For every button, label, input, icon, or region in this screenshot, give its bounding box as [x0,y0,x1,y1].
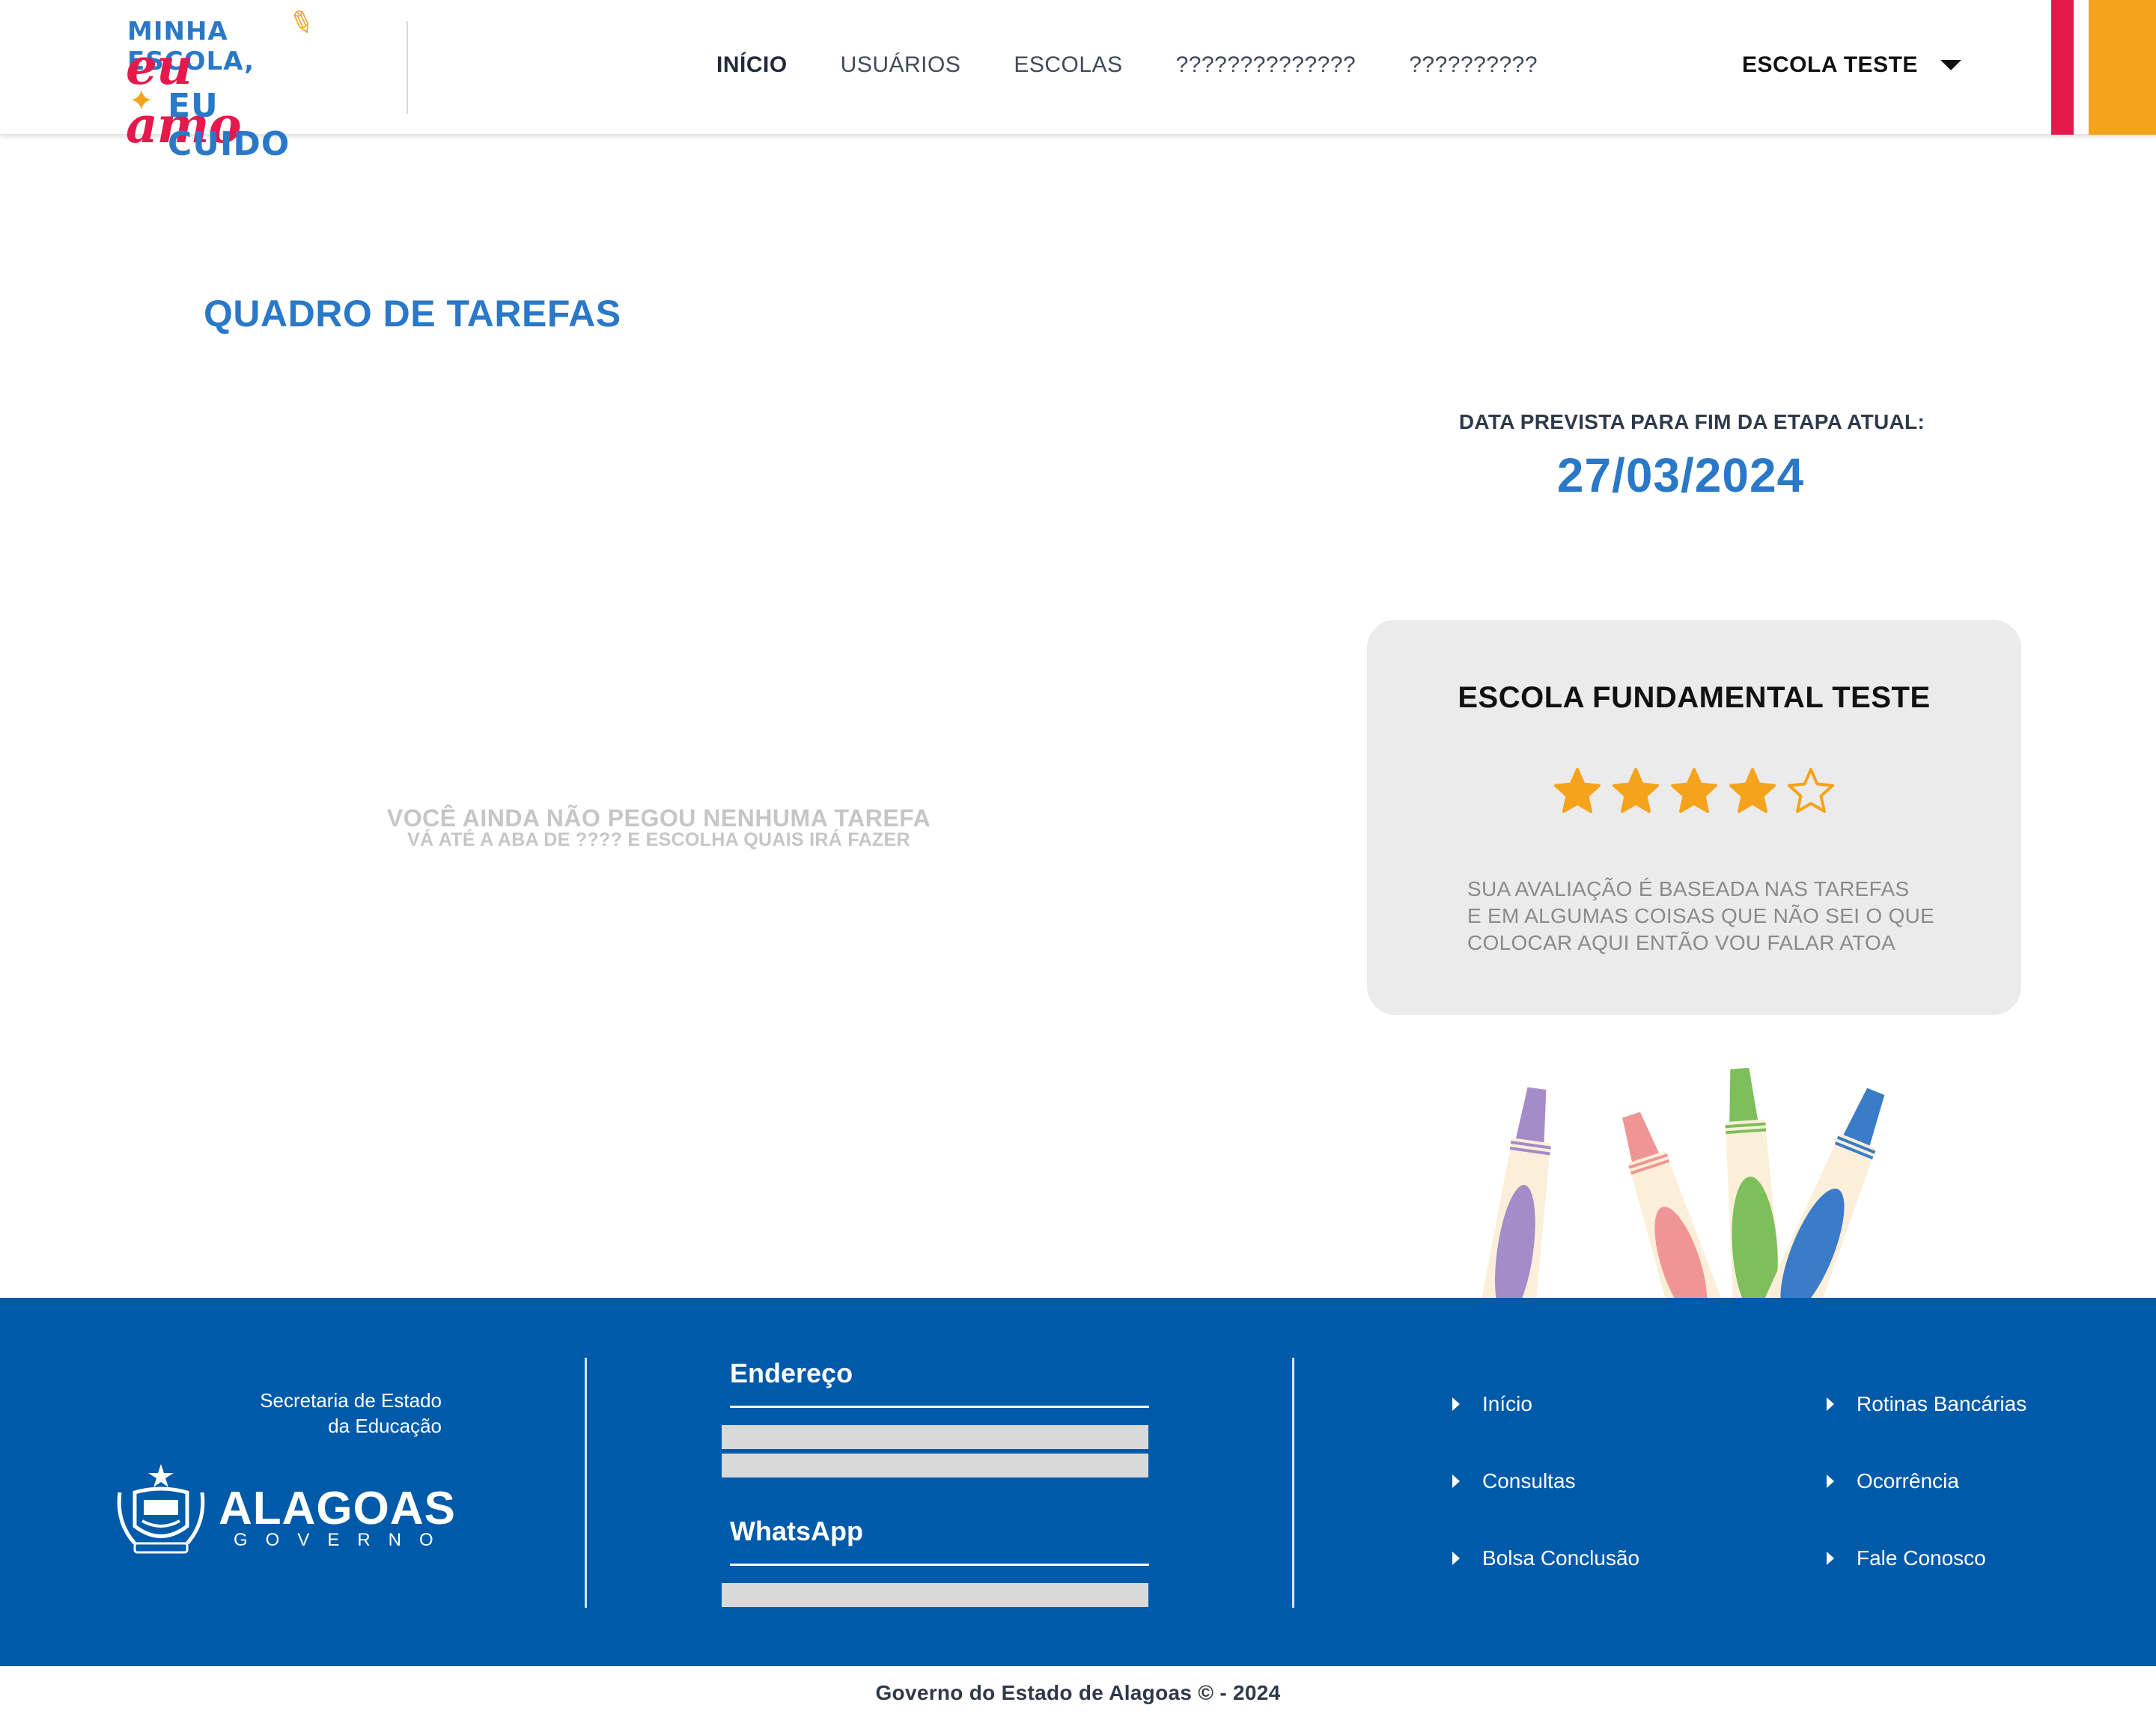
school-selector[interactable]: ESCOLA TESTE [1742,52,1961,78]
school-selector-label: ESCOLA TESTE [1742,52,1918,77]
footer-divider [585,1358,587,1608]
rating-description: SUA AVALIAÇÃO É BASEADA NAS TAREFAS E EM… [1467,876,1946,957]
minha-escola-logo[interactable]: ✎ MINHA ESCOLA, eu amo ✦ EU CUIDO [126,4,322,163]
footer-link-label: Bolsa Conclusão [1482,1546,1640,1570]
deadline-label: DATA PREVISTA PARA FIM DA ETAPA ATUAL: [1458,410,1925,433]
footer-link-fale-conosco[interactable]: Fale Conosco [1827,1546,1986,1570]
footer-link-inicio[interactable]: Início [1452,1392,1532,1416]
whatsapp-heading: WhatsApp [730,1516,863,1546]
footer-link-ocorrencia[interactable]: Ocorrência [1827,1469,1959,1493]
star-filled-icon [1729,768,1776,813]
footer-link-label: Início [1482,1392,1532,1415]
caret-down-icon [1940,60,1961,70]
top-header: ✎ MINHA ESCOLA, eu amo ✦ EU CUIDO INÍCIO… [0,0,2156,163]
copyright-text: Governo do Estado de Alagoas © - 2024 [875,1681,1281,1704]
secretaria-line: da Educação [328,1415,442,1437]
nav-item-placeholder-1[interactable]: ?????????????? [1176,52,1356,78]
star-filled-icon [1613,768,1659,813]
caret-right-icon [1827,1552,1834,1565]
secretaria-line: Secretaria de Estado [260,1389,442,1412]
footer-link-consultas[interactable]: Consultas [1452,1469,1576,1493]
star-filled-icon [1554,768,1601,813]
star-empty-icon [1788,768,1834,813]
main-nav: INÍCIO USUÁRIOS ESCOLAS ?????????????? ?… [716,52,1591,78]
rating-stars [1367,766,2021,816]
blue-crayon-icon [1761,1088,1885,1298]
pink-crayon-icon [1622,1111,1727,1298]
page-title: QUADRO DE TAREFAS [204,293,621,335]
caret-right-icon [1827,1475,1834,1488]
address-line-2 [722,1454,1148,1477]
accent-stripe-red [2051,0,2074,135]
nav-item-placeholder-2[interactable]: ?????????? [1409,52,1538,78]
school-name: ESCOLA FUNDAMENTAL TESTE [1458,681,1931,714]
caret-right-icon [1452,1552,1460,1565]
secretaria-text: Secretaria de Estado da Educação [217,1388,442,1439]
rating-description-line: COLOCAR AQUI ENTÃO VOU FALAR ATOA [1467,931,1896,954]
crayons-illustration [1480,1067,1885,1298]
rating-description-line: SUA AVALIAÇÃO É BASEADA NAS TAREFAS [1467,877,1910,900]
sparkle-icon: ✦ [129,85,154,118]
footer-link-label: Fale Conosco [1857,1546,1986,1570]
alagoas-crest-icon [117,1464,205,1554]
address-heading: Endereço [730,1358,853,1388]
empty-tasks-title: VOCÊ AINDA NÃO PEGOU NENHUMA TAREFA [386,805,931,832]
logo-line-3: EU CUIDO [168,87,290,163]
rating-description-line: E EM ALGUMAS COISAS QUE NÃO SEI O QUE [1467,904,1935,927]
site-footer: Secretaria de Estado da Educação ALAGOAS… [0,1298,2156,1666]
address-underline [730,1406,1149,1408]
purple-crayon-icon [1480,1087,1551,1298]
footer-link-bolsa-conclusao[interactable]: Bolsa Conclusão [1452,1546,1639,1570]
deadline-date: 27/03/2024 [1556,448,1805,502]
school-rating-card: ESCOLA FUNDAMENTAL TESTE SUA AVALIAÇÃO É… [1367,620,2021,1015]
footer-link-label: Ocorrência [1857,1469,1959,1492]
whatsapp-underline [730,1564,1149,1566]
empty-tasks-subtitle: VÁ ATÉ A ABA DE ???? E ESCOLHA QUAIS IRÁ… [407,829,910,850]
footer-divider [1292,1358,1294,1608]
nav-item-escolas[interactable]: ESCOLAS [1014,52,1122,78]
caret-right-icon [1452,1397,1460,1411]
address-line-1 [722,1425,1148,1449]
whatsapp-number [722,1583,1148,1607]
accent-stripe-orange [2089,0,2156,135]
caret-right-icon [1452,1475,1460,1488]
nav-item-usuarios[interactable]: USUÁRIOS [841,52,961,78]
empty-tasks-message: VOCÊ AINDA NÃO PEGOU NENHUMA TAREFA VÁ A… [284,805,1033,851]
footer-link-label: Consultas [1482,1469,1576,1492]
alagoas-wordmark: ALAGOAS [219,1483,456,1534]
star-filled-icon [1671,768,1717,813]
footer-link-rotinas-bancarias[interactable]: Rotinas Bancárias [1827,1392,2026,1416]
header-divider [406,21,408,114]
caret-right-icon [1827,1397,1834,1411]
governo-wordmark: GOVERNO [234,1530,451,1550]
nav-item-inicio[interactable]: INÍCIO [716,52,788,78]
green-crayon-icon [1725,1067,1782,1298]
footer-link-label: Rotinas Bancárias [1857,1392,2027,1415]
